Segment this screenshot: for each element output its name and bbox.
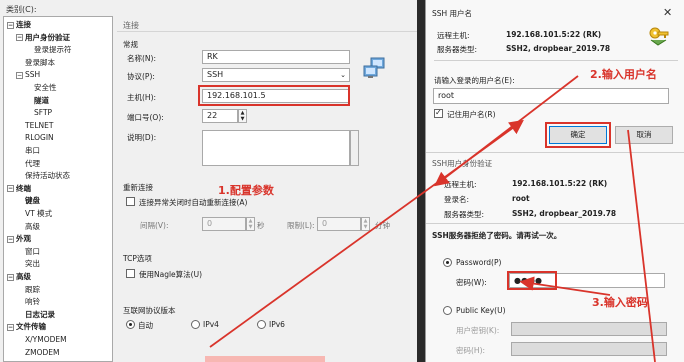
arrow-from-cancel — [627, 129, 656, 362]
annotation-arrows — [209, 75, 656, 362]
arrow-to-ok — [434, 75, 579, 187]
arrow-to-password — [519, 276, 611, 296]
